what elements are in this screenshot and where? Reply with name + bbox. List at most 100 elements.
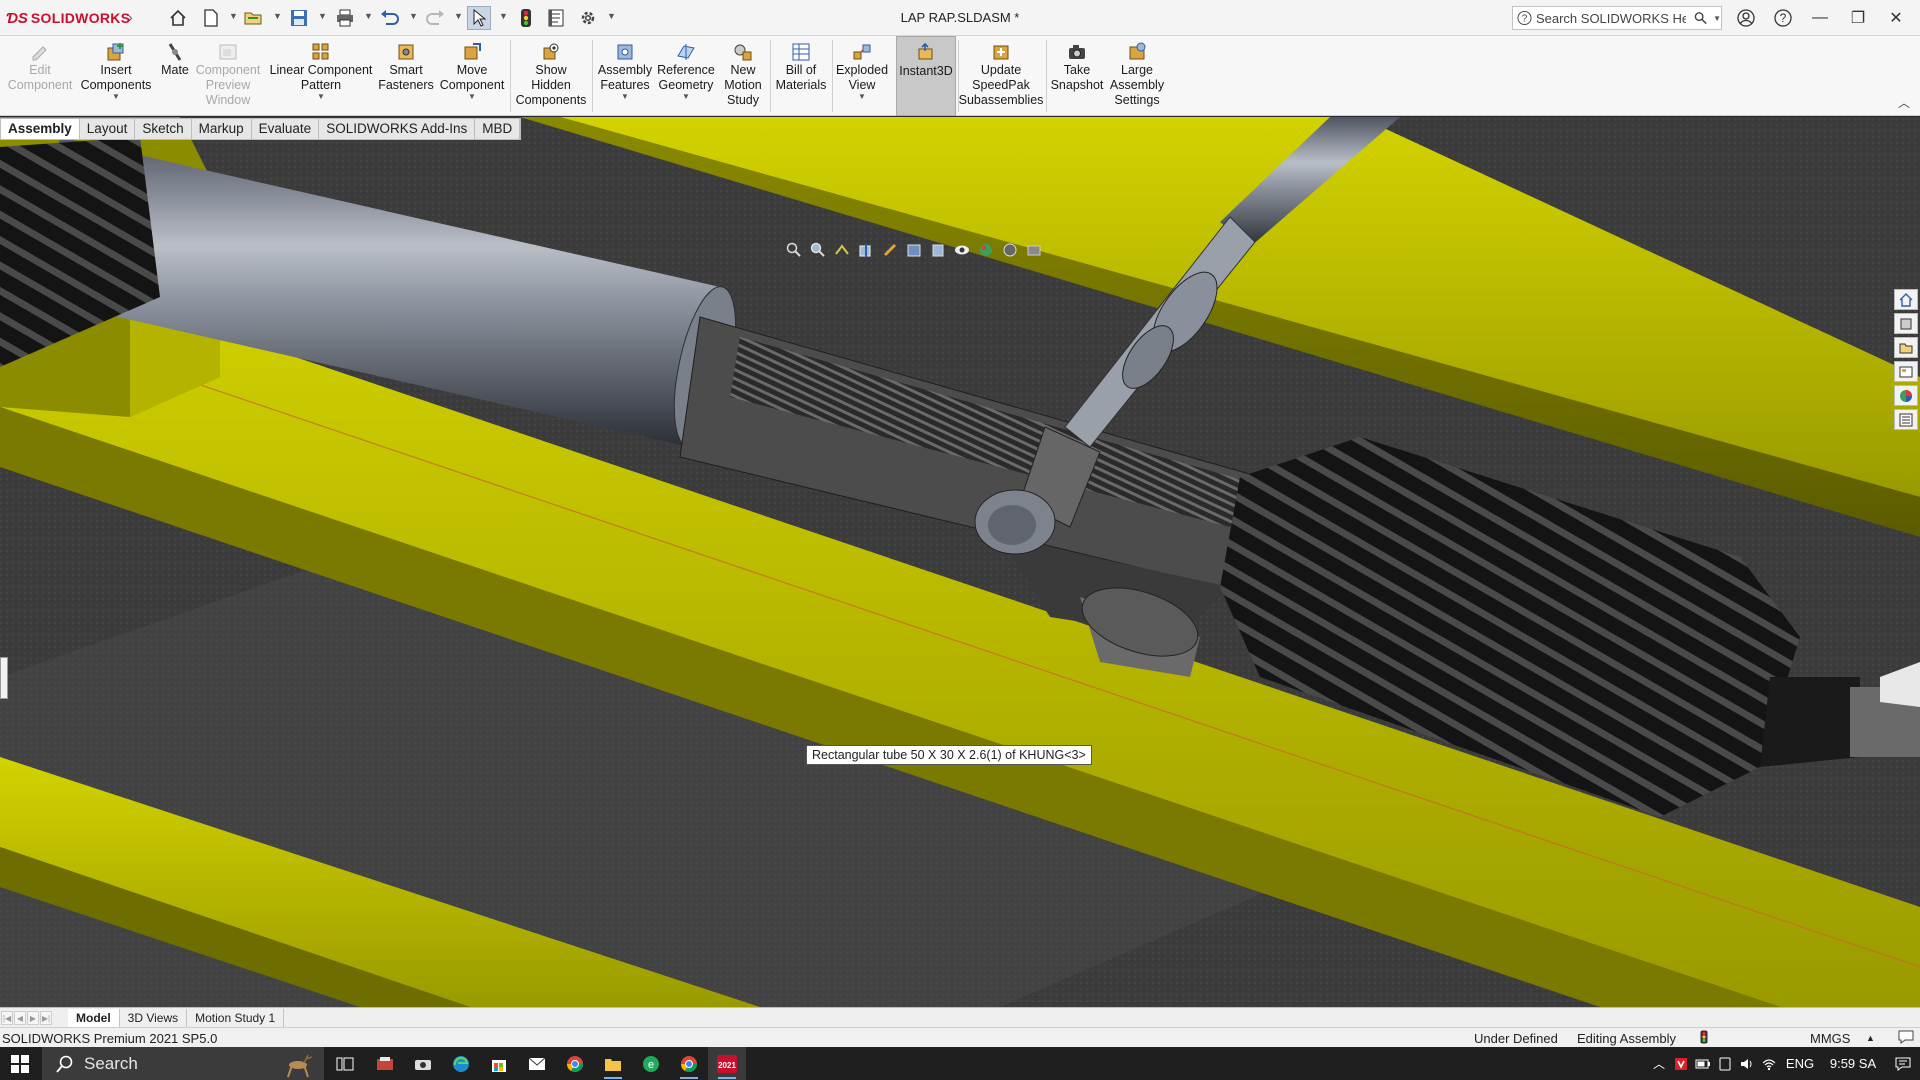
tab-motion-study-1[interactable]: Motion Study 1 <box>187 1008 285 1027</box>
dynamic-annotation-icon[interactable] <box>880 240 900 260</box>
open-dropdown-icon[interactable]: ▼ <box>273 11 282 21</box>
select-dropdown-icon[interactable]: ▼ <box>499 11 508 21</box>
search-dropdown-icon[interactable]: ▼ <box>1713 14 1721 23</box>
battery-icon[interactable] <box>1692 1047 1714 1080</box>
view-palette-icon[interactable] <box>1894 361 1918 382</box>
camera-app-icon[interactable] <box>404 1047 442 1080</box>
taskbar-search-box[interactable] <box>42 1047 324 1080</box>
redo-icon[interactable] <box>423 6 447 30</box>
reference-geometry-button[interactable]: Reference Geometry ▼ <box>656 36 716 116</box>
help-search-box[interactable]: ? ▼ <box>1512 6 1722 30</box>
show-hidden-components-button[interactable]: Show Hidden Components <box>514 36 588 116</box>
new-document-icon[interactable] <box>199 6 223 30</box>
file-explorer-taskbar-icon[interactable] <box>594 1047 632 1080</box>
file-explorer-icon[interactable] <box>1894 337 1918 358</box>
update-speedpak-button[interactable]: Update SpeedPak Subassemblies <box>959 36 1043 116</box>
taskbar-app-green-icon[interactable]: e <box>632 1047 670 1080</box>
hide-show-items-icon[interactable] <box>952 240 972 260</box>
unit-system[interactable]: MMGS <box>1810 1031 1850 1046</box>
take-snapshot-button[interactable]: Take Snapshot <box>1048 36 1106 116</box>
redo-dropdown-icon[interactable]: ▼ <box>454 11 463 21</box>
device-tray-icon[interactable] <box>1714 1047 1736 1080</box>
custom-properties-icon[interactable] <box>1894 409 1918 430</box>
insert-components-dropdown-icon[interactable]: ▼ <box>112 93 120 101</box>
move-component-button[interactable]: Move Component ▼ <box>436 36 508 116</box>
chrome-browser-icon[interactable] <box>556 1047 594 1080</box>
instant3d-button[interactable]: Instant3D <box>896 36 956 116</box>
microsoft-store-icon[interactable] <box>480 1047 518 1080</box>
speaker-icon[interactable] <box>1736 1047 1758 1080</box>
close-button[interactable]: ✕ <box>1878 4 1914 32</box>
tab-evaluate[interactable]: Evaluate <box>251 119 320 139</box>
apply-scene-icon[interactable] <box>1000 240 1020 260</box>
tab-model[interactable]: Model <box>68 1008 120 1027</box>
save-dropdown-icon[interactable]: ▼ <box>318 11 327 21</box>
tab-solidworks-addins[interactable]: SOLIDWORKS Add-Ins <box>319 119 476 139</box>
print-dropdown-icon[interactable]: ▼ <box>364 11 373 21</box>
comment-icon[interactable] <box>1898 1030 1914 1047</box>
save-icon[interactable] <box>287 6 311 30</box>
chrome-running-icon[interactable] <box>670 1047 708 1080</box>
edge-browser-icon[interactable] <box>442 1047 480 1080</box>
tab-3d-views[interactable]: 3D Views <box>120 1008 188 1027</box>
tab-sketch[interactable]: Sketch <box>135 119 192 139</box>
tab-layout[interactable]: Layout <box>79 119 136 139</box>
large-assembly-settings-button[interactable]: Large Assembly Settings <box>1106 36 1168 116</box>
view-orientation-icon[interactable] <box>904 240 924 260</box>
solidworks-logo[interactable]: ƊS SOLIDWORKS <box>6 8 130 28</box>
options-dropdown-icon[interactable]: ▼ <box>607 11 616 21</box>
linear-component-pattern-button[interactable]: Linear Component Pattern ▼ <box>268 36 374 116</box>
system-clock[interactable]: 9:59 SA <box>1820 1056 1886 1071</box>
design-library-icon[interactable] <box>1894 313 1918 334</box>
assembly-features-dropdown-icon[interactable]: ▼ <box>621 93 629 101</box>
help-search-input[interactable] <box>1535 10 1686 26</box>
task-view-icon[interactable] <box>326 1047 364 1080</box>
component-preview-window-button[interactable]: Component Preview Window <box>196 36 260 116</box>
rebuild-status-icon[interactable] <box>1700 1030 1708 1047</box>
feature-manager-expand-handle[interactable] <box>0 657 8 699</box>
mate-button[interactable]: Mate <box>154 36 196 116</box>
display-style-icon[interactable] <box>928 240 948 260</box>
new-dropdown-icon[interactable]: ▼ <box>229 11 238 21</box>
input-language[interactable]: ENG <box>1780 1056 1820 1071</box>
undo-dropdown-icon[interactable]: ▼ <box>409 11 418 21</box>
reference-geometry-dropdown-icon[interactable]: ▼ <box>682 93 690 101</box>
edit-component-button[interactable]: Edit Component <box>2 36 78 116</box>
appearances-scenes-icon[interactable] <box>1894 385 1918 406</box>
collapse-ribbon-icon[interactable]: ︿ <box>1898 94 1910 111</box>
print-icon[interactable] <box>333 6 357 30</box>
prev-tab-arrow-icon[interactable]: ◀ <box>14 1010 26 1025</box>
zoom-to-fit-icon[interactable] <box>784 240 804 260</box>
wifi-icon[interactable] <box>1758 1047 1780 1080</box>
select-icon[interactable] <box>467 6 491 30</box>
insert-components-button[interactable]: Insert Components ▼ <box>78 36 154 116</box>
search-icon[interactable] <box>1694 11 1707 25</box>
restore-button[interactable]: ❐ <box>1840 4 1876 32</box>
edit-appearance-icon[interactable] <box>976 240 996 260</box>
first-tab-arrow-icon[interactable]: |◀ <box>1 1010 13 1025</box>
solidworks-taskbar-icon[interactable]: 2021 <box>708 1047 746 1080</box>
view-settings-icon[interactable] <box>1024 240 1044 260</box>
antivirus-tray-icon[interactable] <box>1670 1047 1692 1080</box>
tab-markup[interactable]: Markup <box>191 119 252 139</box>
rebuild-icon[interactable] <box>514 6 538 30</box>
tab-assembly[interactable]: Assembly <box>1 119 80 139</box>
assembly-features-button[interactable]: Assembly Features ▼ <box>594 36 656 116</box>
minimize-button[interactable]: — <box>1802 4 1838 32</box>
zoom-area-icon[interactable] <box>808 240 828 260</box>
home-icon[interactable] <box>166 6 190 30</box>
mail-icon[interactable] <box>518 1047 556 1080</box>
action-center-icon[interactable] <box>1886 1047 1920 1080</box>
solidworks-resources-home-icon[interactable] <box>1894 289 1918 310</box>
show-hidden-icons-chevron-icon[interactable]: ︿ <box>1648 1047 1670 1080</box>
taskbar-search-input[interactable] <box>84 1053 284 1074</box>
exploded-view-button[interactable]: Exploded View ▼ <box>834 36 890 116</box>
tab-mbd[interactable]: MBD <box>475 119 521 139</box>
bill-of-materials-button[interactable]: Bill of Materials <box>772 36 830 116</box>
options-gear-icon[interactable] <box>576 6 600 30</box>
undo-icon[interactable] <box>378 6 402 30</box>
unit-system-dropdown-icon[interactable]: ▲ <box>1866 1033 1875 1043</box>
exploded-view-dropdown-icon[interactable]: ▼ <box>858 93 866 101</box>
section-view-icon[interactable] <box>856 240 876 260</box>
move-component-dropdown-icon[interactable]: ▼ <box>468 93 476 101</box>
